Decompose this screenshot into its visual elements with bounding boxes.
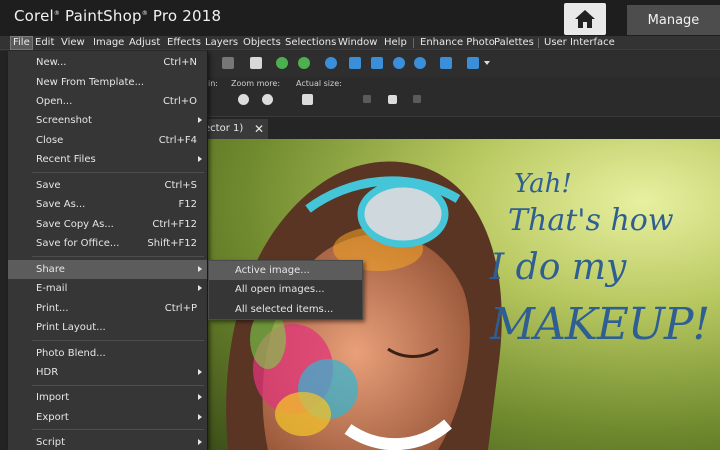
file-menu-print-layout[interactable]: Print Layout... bbox=[8, 318, 207, 337]
file-menu-save-copy-as[interactable]: Save Copy As... Ctrl+F12 bbox=[8, 215, 207, 234]
zoom-more-in-button[interactable] bbox=[262, 94, 273, 105]
manage-label: Manage bbox=[647, 12, 700, 28]
chevron-right-icon bbox=[198, 156, 202, 162]
share-all-selected-items[interactable]: All selected items... bbox=[209, 300, 362, 319]
zoom-in-label: in: bbox=[208, 79, 218, 88]
chevron-right-icon bbox=[198, 285, 202, 291]
share-all-open-images[interactable]: All open images... bbox=[209, 280, 362, 299]
menu-separator bbox=[32, 429, 204, 430]
menu-palettes[interactable]: Palettes bbox=[494, 36, 534, 50]
menu-separator bbox=[538, 38, 539, 48]
option-dim-button[interactable] bbox=[363, 95, 371, 103]
share-submenu: Active image... All open images... All s… bbox=[208, 260, 363, 320]
redo-icon[interactable] bbox=[298, 57, 310, 69]
chevron-right-icon bbox=[198, 117, 202, 123]
file-menu-photo-blend[interactable]: Photo Blend... bbox=[8, 344, 207, 363]
menu-separator bbox=[32, 385, 204, 386]
option-fit-button[interactable] bbox=[388, 95, 397, 104]
zoom-out-icon[interactable] bbox=[393, 57, 405, 69]
menu-separator bbox=[413, 38, 414, 48]
document-tab-label: ector 1) bbox=[204, 123, 244, 134]
actual-size-label: Actual size: bbox=[296, 79, 342, 88]
tools-strip bbox=[0, 51, 8, 450]
menu-help[interactable]: Help bbox=[384, 36, 407, 50]
info-icon[interactable] bbox=[325, 57, 337, 69]
dropdown-tool-icon[interactable] bbox=[467, 57, 479, 69]
home-button[interactable] bbox=[564, 3, 606, 35]
file-menu-dropdown: New... Ctrl+N New From Template... Open..… bbox=[8, 51, 208, 450]
file-menu-export[interactable]: Export bbox=[8, 408, 207, 427]
file-menu-save-as[interactable]: Save As... F12 bbox=[8, 195, 207, 214]
fit-window-icon[interactable] bbox=[371, 57, 383, 69]
file-menu-save-for-office[interactable]: Save for Office... Shift+F12 bbox=[8, 234, 207, 253]
file-menu-save[interactable]: Save Ctrl+S bbox=[8, 176, 207, 195]
title-bar: Corel® PaintShop® Pro 2018 Manage bbox=[0, 0, 720, 36]
menu-adjust[interactable]: Adjust bbox=[129, 36, 160, 50]
chevron-right-icon bbox=[198, 439, 202, 445]
undo-icon[interactable] bbox=[276, 57, 288, 69]
crop-icon[interactable] bbox=[250, 57, 262, 69]
file-menu-print[interactable]: Print... Ctrl+P bbox=[8, 299, 207, 318]
home-icon bbox=[575, 10, 595, 28]
zoom-more-label: Zoom more: bbox=[231, 79, 281, 88]
menu-file[interactable]: File bbox=[10, 36, 33, 50]
app-title: Corel® PaintShop® Pro 2018 bbox=[14, 7, 222, 25]
caption-line-3: I do my bbox=[490, 247, 627, 288]
menu-user-interface[interactable]: User Interface bbox=[544, 36, 615, 50]
file-menu-share[interactable]: Share bbox=[8, 260, 207, 279]
caption-line-1: Yah! bbox=[514, 169, 572, 199]
file-menu-new-from-template[interactable]: New From Template... bbox=[8, 73, 207, 92]
redo-dim-icon[interactable] bbox=[222, 57, 234, 69]
menu-layers[interactable]: Layers bbox=[205, 36, 238, 50]
close-icon[interactable]: ✕ bbox=[254, 119, 264, 139]
menu-view[interactable]: View bbox=[61, 36, 85, 50]
file-menu-hdr[interactable]: HDR bbox=[8, 363, 207, 382]
menu-enhance-photo[interactable]: Enhance Photo bbox=[420, 36, 495, 50]
option-fill-button[interactable] bbox=[413, 95, 421, 103]
chevron-right-icon bbox=[198, 414, 202, 420]
chevron-right-icon bbox=[198, 266, 202, 272]
file-menu-email[interactable]: E-mail bbox=[8, 279, 207, 298]
menu-objects[interactable]: Objects bbox=[243, 36, 281, 50]
menu-selections[interactable]: Selections bbox=[285, 36, 336, 50]
chevron-right-icon bbox=[198, 369, 202, 375]
menu-bar: File Edit View Image Adjust Effects Laye… bbox=[0, 36, 720, 50]
chevron-down-icon[interactable] bbox=[484, 61, 490, 65]
manage-tab[interactable]: Manage bbox=[627, 5, 720, 35]
menu-edit[interactable]: Edit bbox=[35, 36, 54, 50]
menu-separator bbox=[32, 172, 204, 173]
caption-line-2: That's how bbox=[508, 203, 674, 238]
file-menu-open[interactable]: Open... Ctrl+O bbox=[8, 92, 207, 111]
file-menu-close[interactable]: Close Ctrl+F4 bbox=[8, 131, 207, 150]
zoom-more-out-button[interactable] bbox=[238, 94, 249, 105]
zoom-in-icon[interactable] bbox=[414, 57, 426, 69]
file-menu-new[interactable]: New... Ctrl+N bbox=[8, 53, 207, 72]
file-menu-import[interactable]: Import bbox=[8, 388, 207, 407]
chevron-right-icon bbox=[198, 394, 202, 400]
menu-image[interactable]: Image bbox=[93, 36, 124, 50]
document-tab[interactable]: ector 1) ✕ bbox=[200, 119, 268, 139]
fit-image-icon[interactable] bbox=[440, 57, 452, 69]
actual-size-button[interactable] bbox=[302, 94, 313, 105]
menu-separator bbox=[32, 256, 204, 257]
menu-separator bbox=[32, 340, 204, 341]
file-menu-screenshot[interactable]: Screenshot bbox=[8, 111, 207, 130]
file-menu-recent-files[interactable]: Recent Files bbox=[8, 150, 207, 169]
caption-line-4: MAKEUP! bbox=[490, 299, 710, 350]
actual-size-icon[interactable] bbox=[349, 57, 361, 69]
file-menu-script[interactable]: Script bbox=[8, 433, 207, 450]
menu-window[interactable]: Window bbox=[338, 36, 377, 50]
share-active-image[interactable]: Active image... bbox=[209, 261, 362, 280]
menu-effects[interactable]: Effects bbox=[167, 36, 201, 50]
